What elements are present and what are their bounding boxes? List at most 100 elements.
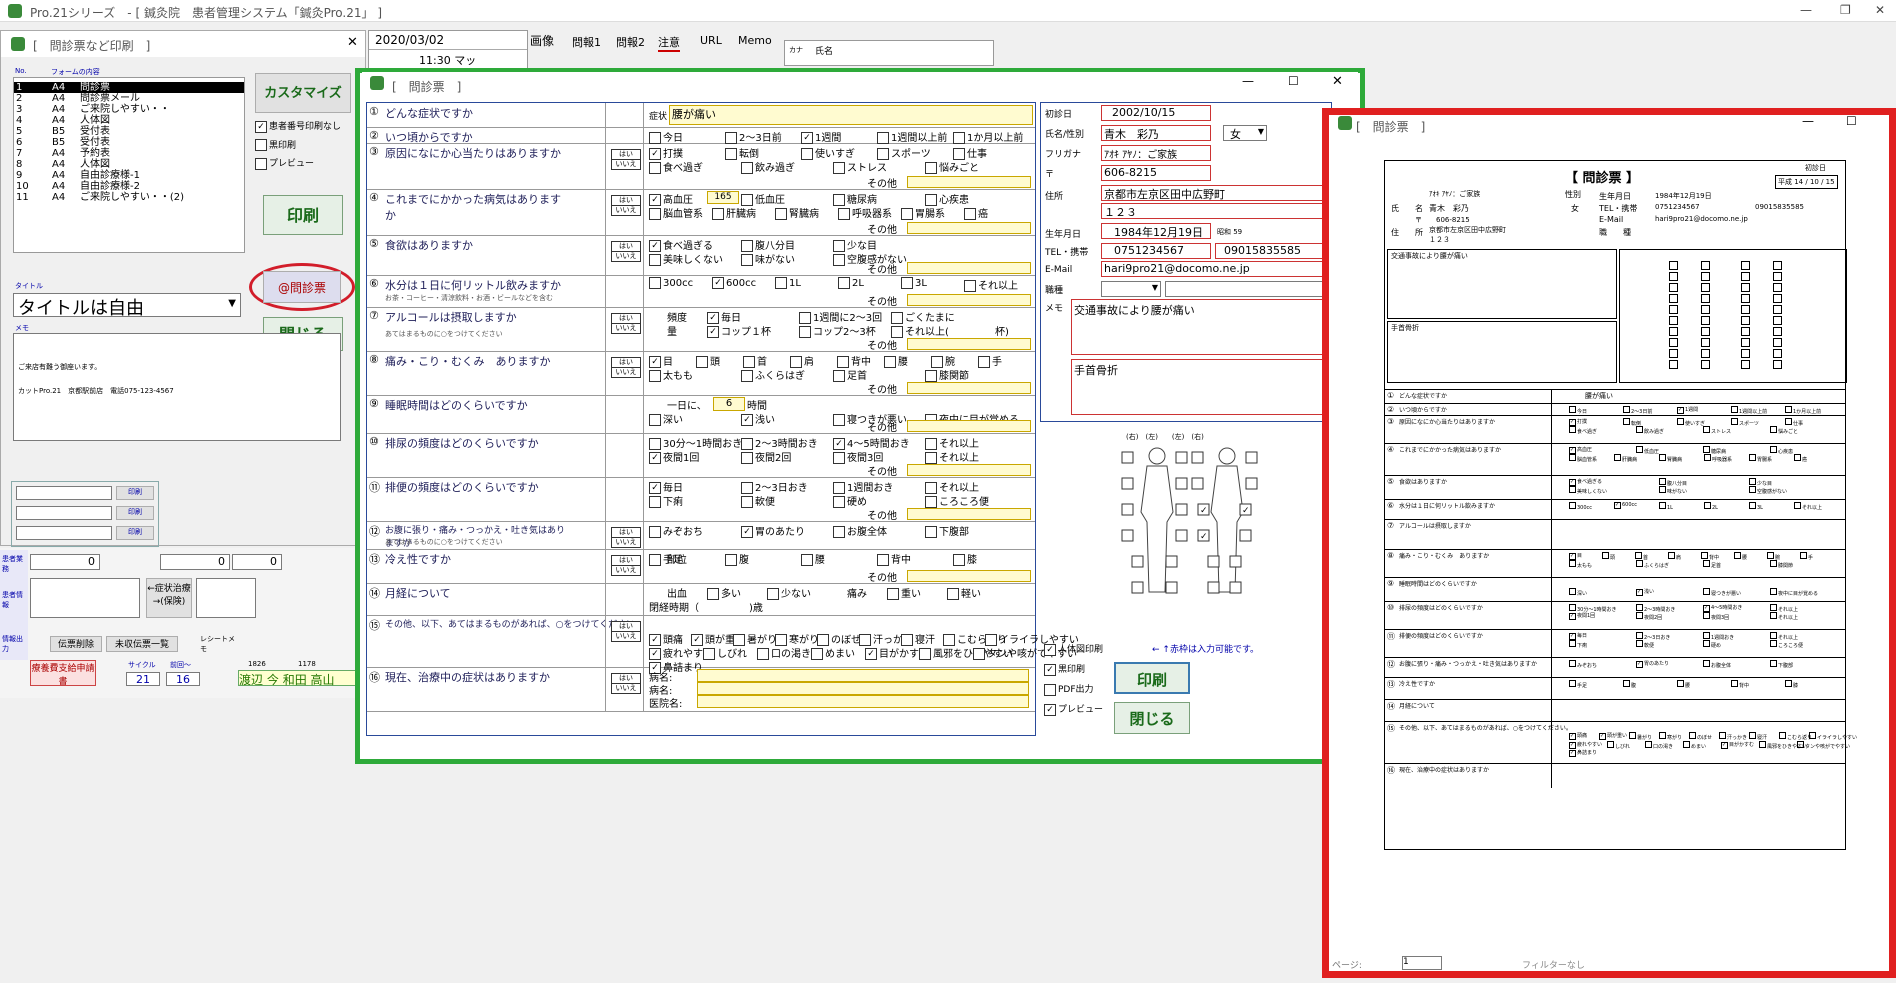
checkbox[interactable] bbox=[801, 148, 813, 160]
first-visit-field[interactable]: 2002/10/15 bbox=[1101, 105, 1211, 121]
option-checkbox[interactable]: 腰 bbox=[801, 551, 825, 566]
monshin-maximize-icon[interactable]: ☐ bbox=[1288, 74, 1299, 88]
opt-preview[interactable]: プレビュー bbox=[255, 156, 361, 170]
birth-field[interactable]: 1984年12月19日 bbox=[1101, 223, 1211, 239]
furigana-field[interactable]: ｱｵｷ ｱﾔﾉ：ご家族 bbox=[1101, 145, 1211, 161]
option-checkbox[interactable]: ✓ 1週間 bbox=[801, 129, 841, 144]
option-checkbox[interactable]: みぞおち bbox=[649, 523, 703, 538]
checkbox[interactable] bbox=[775, 208, 787, 220]
option-checkbox[interactable]: 糖尿病 bbox=[833, 191, 877, 206]
zip-field[interactable]: 606-8215 bbox=[1101, 165, 1211, 181]
checkbox[interactable] bbox=[833, 254, 845, 266]
option-checkbox[interactable]: 2〜3日おき bbox=[741, 479, 808, 494]
checkbox[interactable] bbox=[649, 526, 661, 538]
q16-field[interactable] bbox=[697, 669, 1029, 682]
q16-field[interactable] bbox=[697, 695, 1029, 708]
tab-caution[interactable]: 注意 bbox=[658, 34, 680, 52]
option-checkbox[interactable]: 呼吸器系 bbox=[838, 205, 892, 220]
checkbox[interactable] bbox=[925, 496, 937, 508]
checkbox[interactable]: ✓ bbox=[707, 326, 719, 338]
checkbox[interactable] bbox=[696, 356, 708, 368]
option-checkbox[interactable]: 悩みごと bbox=[925, 159, 979, 174]
body-check-box[interactable] bbox=[1191, 477, 1204, 490]
memo1-field[interactable]: 交通事故により腰が痛い bbox=[1071, 299, 1329, 355]
form-list-item[interactable]: 6 B5 受付表 bbox=[14, 137, 244, 148]
checkbox[interactable] bbox=[973, 648, 985, 660]
option-checkbox[interactable]: 肝臓病 bbox=[712, 205, 756, 220]
body-check-box[interactable] bbox=[1131, 555, 1144, 568]
form-list-item[interactable]: 10 A4 自由診療様-2 bbox=[14, 181, 244, 192]
body-check-box[interactable] bbox=[1175, 529, 1188, 542]
option-checkbox[interactable]: 300cc bbox=[649, 277, 693, 289]
checkbox[interactable] bbox=[712, 208, 724, 220]
option-checkbox[interactable]: 転倒 bbox=[725, 145, 759, 160]
body-check-box[interactable] bbox=[1175, 477, 1188, 490]
delete-slip-button[interactable]: 伝票削除 bbox=[50, 636, 102, 652]
checkbox[interactable] bbox=[833, 370, 845, 382]
checkbox[interactable] bbox=[757, 648, 769, 660]
option-checkbox[interactable]: それ以上 bbox=[925, 479, 979, 494]
yes-no-box[interactable]: はい いいえ bbox=[611, 527, 641, 548]
job-field[interactable] bbox=[1165, 281, 1329, 297]
checkbox[interactable] bbox=[947, 588, 959, 600]
side-print-button-3[interactable]: 印刷 bbox=[116, 526, 154, 540]
form-list-item[interactable]: 7 A4 予約表 bbox=[14, 148, 244, 159]
email-field[interactable]: hari9pro21@docomo.ne.jp bbox=[1101, 261, 1329, 277]
checkbox[interactable]: ✓ bbox=[649, 452, 661, 464]
other-field[interactable] bbox=[907, 294, 1031, 306]
opt-preview-form[interactable]: ✓ プレビュー bbox=[1044, 702, 1103, 716]
body-check-box[interactable] bbox=[1207, 581, 1220, 594]
checkbox[interactable] bbox=[725, 554, 737, 566]
schedule-date[interactable]: 2020/03/02 bbox=[369, 31, 527, 50]
option-checkbox[interactable]: 30分〜1時間おき bbox=[649, 435, 742, 450]
option-checkbox[interactable]: 膝関節 bbox=[925, 367, 969, 382]
form-print-button[interactable]: 印刷 bbox=[1114, 662, 1190, 694]
option-checkbox[interactable]: 1週間おき bbox=[833, 479, 893, 494]
form-list-item[interactable]: 1 A4 問診票 bbox=[14, 82, 244, 93]
option-checkbox[interactable]: 腰 bbox=[884, 353, 908, 368]
checkbox[interactable] bbox=[649, 254, 661, 266]
body-check-box[interactable] bbox=[1131, 581, 1144, 594]
yes-no-box[interactable]: はい いいえ bbox=[611, 555, 641, 576]
option-checkbox[interactable]: 1週間以上前 bbox=[877, 129, 947, 144]
body-check-box[interactable] bbox=[1165, 555, 1178, 568]
yes-no-box[interactable]: はい いいえ bbox=[611, 313, 641, 334]
q14-bleed-option[interactable]: 少ない bbox=[767, 585, 811, 600]
checkbox[interactable] bbox=[877, 554, 889, 566]
form-list-item[interactable]: 8 A4 人体図 bbox=[14, 159, 244, 170]
address2-field[interactable]: １２３ bbox=[1101, 203, 1329, 219]
opt-bw[interactable]: 黒印刷 bbox=[255, 138, 361, 151]
sex-chevron-icon[interactable]: ▼ bbox=[1258, 127, 1264, 136]
body-check-box[interactable] bbox=[1121, 451, 1134, 464]
tab-info1[interactable]: 問報1 bbox=[572, 34, 601, 50]
checkbox[interactable] bbox=[741, 254, 753, 266]
checkbox[interactable] bbox=[649, 496, 661, 508]
checkbox[interactable] bbox=[925, 370, 937, 382]
yes-no-box[interactable]: はい いいえ bbox=[611, 357, 641, 378]
option-checkbox[interactable]: 1L bbox=[775, 277, 801, 289]
option-checkbox[interactable]: 手足 bbox=[649, 551, 683, 566]
side-field-3[interactable] bbox=[16, 526, 112, 540]
option-checkbox[interactable]: 心疾患 bbox=[925, 191, 969, 206]
checkbox[interactable] bbox=[925, 452, 937, 464]
title-select[interactable]: タイトルは自由 ▼ bbox=[13, 293, 241, 319]
body-check-box[interactable] bbox=[1175, 503, 1188, 516]
option-checkbox[interactable]: 少な目 bbox=[833, 237, 877, 252]
body-check-box[interactable] bbox=[1245, 477, 1258, 490]
checkbox[interactable] bbox=[838, 277, 850, 289]
other-field[interactable] bbox=[907, 382, 1031, 394]
body-check-box[interactable] bbox=[1245, 451, 1258, 464]
unpaid-list-button[interactable]: 未収伝票一覧 bbox=[106, 636, 178, 652]
sex-select[interactable]: 女 ▼ bbox=[1223, 125, 1267, 141]
option-checkbox[interactable]: 脳血管系 bbox=[649, 205, 703, 220]
checkbox[interactable] bbox=[741, 496, 753, 508]
option-checkbox[interactable]: ✓ 目 bbox=[649, 353, 673, 368]
customize-button[interactable]: カスタマイズ bbox=[255, 73, 351, 113]
option-checkbox[interactable]: 足首 bbox=[833, 367, 867, 382]
option-checkbox[interactable]: それ以上 bbox=[925, 435, 979, 450]
checkbox[interactable] bbox=[649, 277, 661, 289]
job-select[interactable]: ▼ bbox=[1101, 281, 1161, 297]
option-checkbox[interactable]: スポーツ bbox=[877, 145, 931, 160]
option-checkbox[interactable]: 美味しくない bbox=[649, 251, 723, 266]
tab-url[interactable]: URL bbox=[700, 34, 722, 47]
